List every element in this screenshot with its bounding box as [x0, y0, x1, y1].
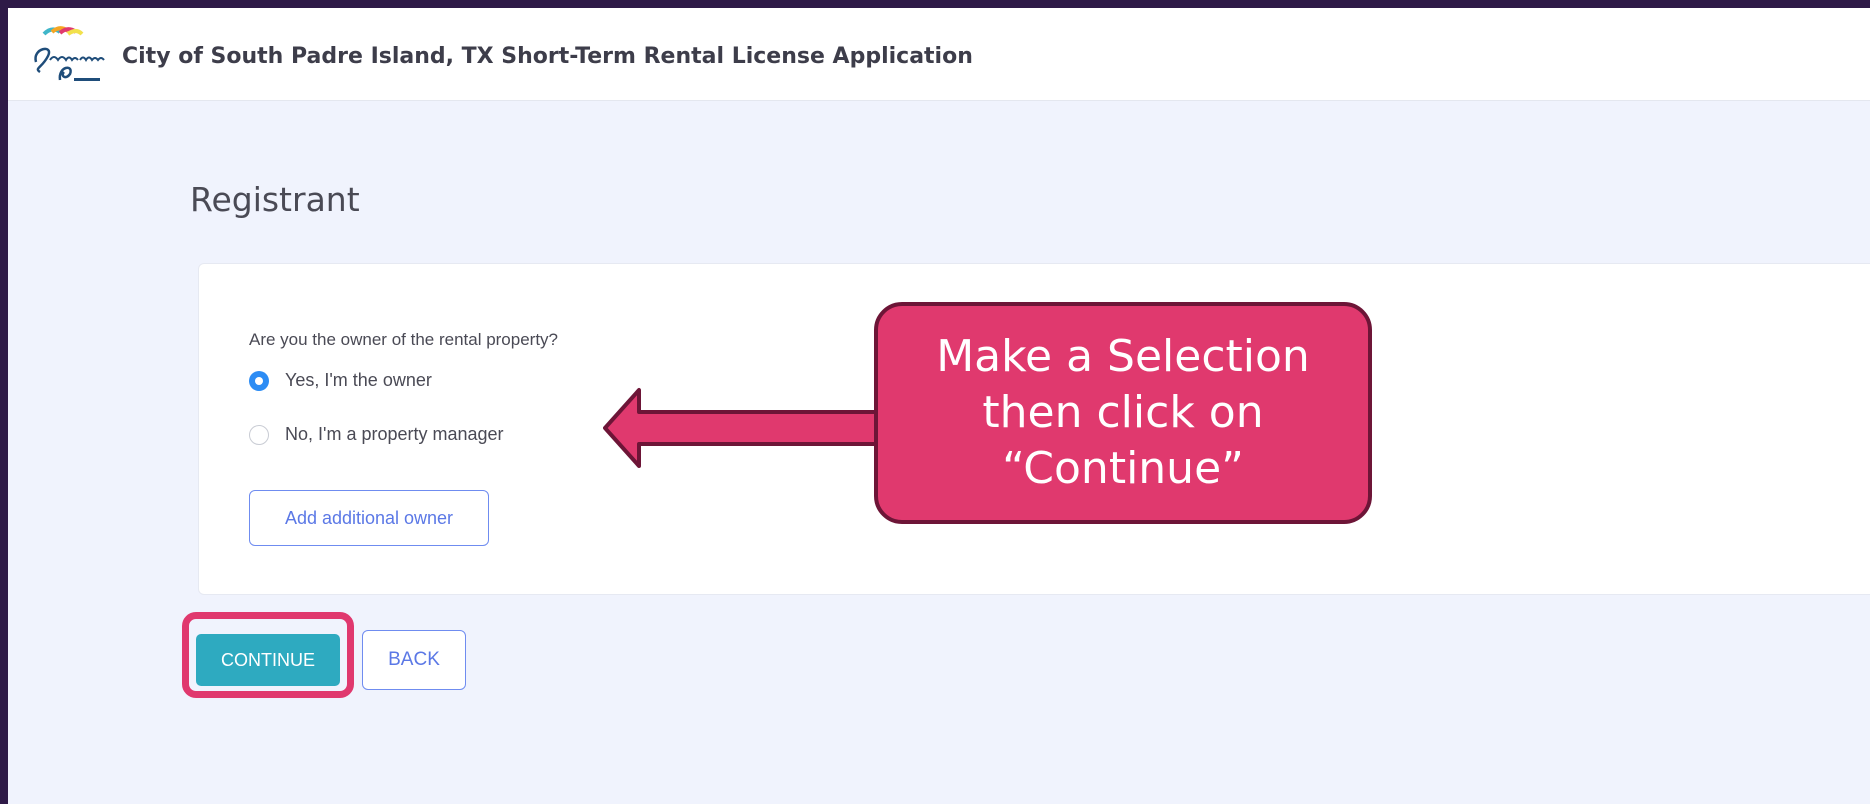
- callout-text: Make a Selection then click on “Continue…: [936, 331, 1310, 494]
- app-header: City of South Padre Island, TX Short-Ter…: [8, 8, 1870, 101]
- radio-button-property-manager[interactable]: [249, 424, 269, 445]
- radio-option-owner[interactable]: Yes, I'm the owner: [249, 370, 432, 391]
- continue-button[interactable]: CONTINUE: [196, 634, 340, 686]
- instruction-callout: Make a Selection then click on “Continue…: [874, 302, 1372, 524]
- city-logo: [34, 26, 105, 81]
- radio-option-property-manager[interactable]: No, I'm a property manager: [249, 424, 504, 445]
- radio-label-property-manager: No, I'm a property manager: [285, 424, 504, 444]
- owner-question: Are you the owner of the rental property…: [249, 330, 559, 349]
- left-arrow-annotation: [603, 388, 895, 468]
- app-window: City of South Padre Island, TX Short-Ter…: [8, 8, 1870, 804]
- back-button[interactable]: BACK: [362, 630, 466, 690]
- radio-button-owner[interactable]: [249, 370, 269, 391]
- radio-label-owner: Yes, I'm the owner: [285, 370, 432, 390]
- app-title: City of South Padre Island, TX Short-Ter…: [122, 44, 973, 69]
- page-title: Registrant: [190, 180, 360, 219]
- add-additional-owner-button[interactable]: Add additional owner: [249, 490, 489, 546]
